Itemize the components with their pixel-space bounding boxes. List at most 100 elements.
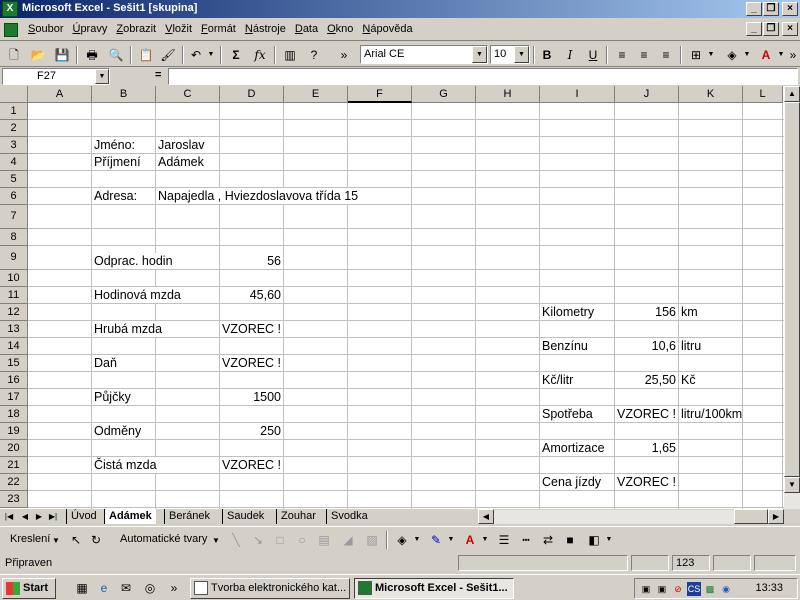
minimize-button[interactable]: _ bbox=[746, 2, 762, 16]
row-header[interactable]: 22 bbox=[0, 474, 28, 491]
equals-sign[interactable]: = bbox=[155, 69, 161, 81]
row-header[interactable]: 21 bbox=[0, 457, 28, 474]
menu-item[interactable]: Data bbox=[295, 23, 318, 35]
column-header[interactable]: F bbox=[348, 86, 412, 103]
cell-B11[interactable]: Hodinová mzda bbox=[94, 287, 181, 303]
cell-B19[interactable]: Odměny bbox=[94, 423, 142, 439]
row-header[interactable]: 19 bbox=[0, 423, 28, 440]
help-icon[interactable]: ? bbox=[304, 45, 324, 65]
prev-sheet-icon[interactable]: ◀ bbox=[18, 510, 32, 524]
cell-J20[interactable]: 1,65 bbox=[616, 440, 676, 456]
cell-K12[interactable]: km bbox=[681, 304, 698, 320]
more-buttons-icon-draw[interactable]: ▼ bbox=[604, 530, 614, 550]
channels-icon[interactable]: ◎ bbox=[142, 580, 158, 596]
cell-D9[interactable]: 56 bbox=[221, 253, 281, 269]
row-header[interactable]: 20 bbox=[0, 440, 28, 457]
more-quicklaunch-icon[interactable]: » bbox=[166, 580, 182, 596]
line-color-dropdown-icon[interactable]: ▼ bbox=[446, 530, 456, 550]
vertical-scrollbar[interactable]: ▲ ▼ bbox=[784, 86, 800, 509]
sheet-tab[interactable]: Zouhar bbox=[276, 509, 320, 524]
row-header[interactable]: 23 bbox=[0, 491, 28, 508]
row-header[interactable]: 1 bbox=[0, 103, 28, 120]
scroll-left-icon[interactable]: ◀ bbox=[478, 509, 494, 524]
task-word-doc[interactable]: Tvorba elektronického kat... bbox=[190, 578, 350, 599]
formula-input[interactable] bbox=[168, 68, 798, 85]
fill-color-icon[interactable]: ◈ bbox=[722, 45, 742, 65]
print-preview-icon[interactable]: 🔍 bbox=[106, 45, 126, 65]
horizontal-scrollbar[interactable]: ◀ ▶ bbox=[478, 509, 784, 524]
cell-B3[interactable]: Jméno: bbox=[94, 137, 135, 153]
cell-B13[interactable]: Hrubá mzda bbox=[94, 321, 163, 337]
row-header[interactable]: 10 bbox=[0, 270, 28, 287]
cell-D15[interactable]: VZOREC ! bbox=[222, 355, 282, 371]
autoshapes-menu[interactable]: Automatické tvary bbox=[120, 533, 207, 545]
restore-button[interactable]: ❐ bbox=[763, 2, 779, 16]
cell-C4[interactable]: Adámek bbox=[158, 154, 204, 170]
row-header[interactable]: 3 bbox=[0, 137, 28, 154]
column-header[interactable]: H bbox=[476, 86, 540, 103]
cell-I14[interactable]: Benzínu bbox=[542, 338, 588, 354]
cell-I20[interactable]: Amortizace bbox=[542, 440, 605, 456]
spreadsheet-grid[interactable]: A B C D E F G H I J K L 1 2 3 4 5 6 7 8 9 10 11 12 13 14 15 16 17 18 1… bbox=[0, 86, 784, 509]
name-box[interactable]: F27 ▼ bbox=[2, 68, 110, 85]
vertical-scroll-thumb[interactable] bbox=[784, 102, 800, 477]
sheet-tab[interactable]: Svodka bbox=[326, 509, 372, 524]
line-color-icon[interactable]: ✎ bbox=[426, 530, 446, 550]
arrow-style-icon[interactable]: ⇄ bbox=[538, 530, 558, 550]
doc-close-button[interactable]: × bbox=[782, 22, 798, 36]
outlook-icon[interactable]: ✉ bbox=[118, 580, 134, 596]
cell-K14[interactable]: litru bbox=[681, 338, 702, 354]
autoshapes-dropdown-icon[interactable]: ▼ bbox=[212, 536, 220, 545]
cell-C6[interactable]: Napajedla , Hviezdoslavova třída 15 bbox=[158, 188, 359, 204]
menu-item[interactable]: Nápověda bbox=[362, 23, 412, 35]
shadow-icon[interactable]: ■ bbox=[560, 530, 580, 550]
align-right-icon[interactable]: ≡ bbox=[656, 45, 676, 65]
menu-item[interactable]: Nástroje bbox=[245, 23, 286, 35]
more-buttons-icon-2[interactable]: » bbox=[788, 45, 798, 65]
chart-wizard-icon[interactable]: ▥ bbox=[280, 45, 300, 65]
font-color-dropdown-icon[interactable]: ▼ bbox=[776, 45, 786, 65]
cell-J22[interactable]: VZOREC ! bbox=[617, 474, 677, 490]
start-button[interactable]: Start bbox=[2, 578, 56, 599]
doc-minimize-button[interactable]: _ bbox=[746, 22, 762, 36]
wordart-icon[interactable]: ◢ bbox=[338, 530, 358, 550]
cell-I18[interactable]: Spotřeba bbox=[542, 406, 593, 422]
scroll-right-icon[interactable]: ▶ bbox=[768, 509, 784, 524]
bold-button[interactable]: B bbox=[537, 45, 557, 65]
cell-B4[interactable]: Příjmení bbox=[94, 154, 141, 170]
paste-icon[interactable]: 📋 bbox=[136, 45, 156, 65]
row-header[interactable]: 5 bbox=[0, 171, 28, 188]
borders-dropdown-icon[interactable]: ▼ bbox=[706, 45, 716, 65]
fill-dropdown-icon[interactable]: ▼ bbox=[742, 45, 752, 65]
text-box-icon[interactable]: ▤ bbox=[314, 530, 334, 550]
row-header[interactable]: 4 bbox=[0, 154, 28, 171]
undo-dropdown-icon[interactable]: ▼ bbox=[206, 45, 216, 65]
menu-item[interactable]: Vložit bbox=[165, 23, 192, 35]
cell-J18[interactable]: VZOREC ! bbox=[617, 406, 677, 422]
cell-I22[interactable]: Cena jízdy bbox=[542, 474, 602, 490]
dash-style-icon[interactable]: ┅ bbox=[516, 530, 536, 550]
autosum-icon[interactable]: Σ bbox=[226, 45, 246, 65]
font-combo[interactable]: Arial CE ▼ bbox=[360, 45, 488, 64]
draw-menu[interactable]: Kreslení bbox=[10, 533, 50, 545]
size-dropdown-icon[interactable]: ▼ bbox=[514, 46, 529, 63]
column-header[interactable]: L bbox=[743, 86, 783, 103]
row-header[interactable]: 14 bbox=[0, 338, 28, 355]
font-color-icon-draw[interactable]: A bbox=[460, 530, 480, 550]
row-header[interactable]: 8 bbox=[0, 229, 28, 246]
task-excel[interactable]: Microsoft Excel - Sešit1... bbox=[354, 578, 514, 599]
free-rotate-icon[interactable]: ↻ bbox=[86, 530, 106, 550]
row-header[interactable]: 13 bbox=[0, 321, 28, 338]
row-header[interactable]: 17 bbox=[0, 389, 28, 406]
new-icon[interactable]: 🗋 bbox=[4, 45, 24, 65]
row-header[interactable]: 9 bbox=[0, 246, 28, 270]
language-indicator[interactable]: CS bbox=[687, 582, 701, 596]
horizontal-scroll-thumb[interactable] bbox=[734, 509, 768, 524]
cell-J14[interactable]: 10,6 bbox=[616, 338, 676, 354]
menu-item[interactable]: Soubor bbox=[28, 23, 63, 35]
cell-B15[interactable]: Daň bbox=[94, 355, 117, 371]
menu-item[interactable]: Formát bbox=[201, 23, 236, 35]
font-color-dropdown-icon-draw[interactable]: ▼ bbox=[480, 530, 490, 550]
scroll-down-icon[interactable]: ▼ bbox=[784, 477, 800, 493]
messenger-icon[interactable]: ◉ bbox=[719, 582, 733, 596]
